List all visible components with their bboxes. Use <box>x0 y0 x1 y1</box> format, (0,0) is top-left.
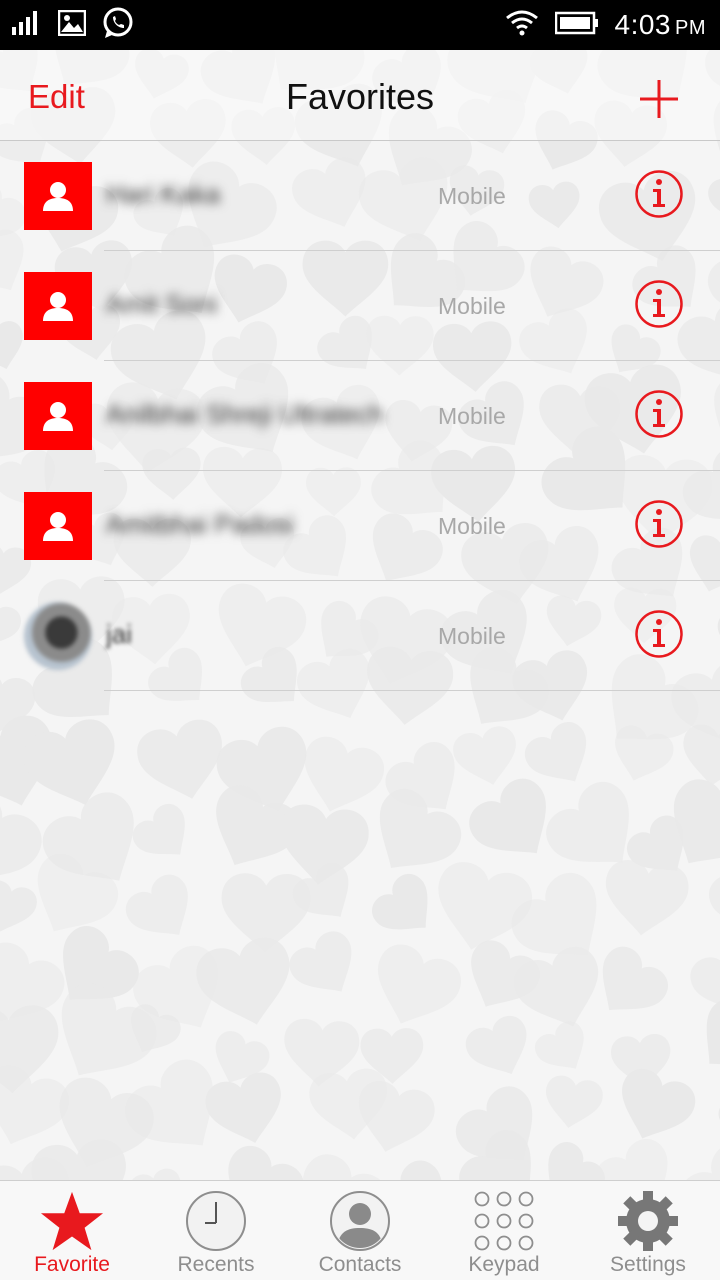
info-icon <box>635 280 683 328</box>
plus-icon <box>640 80 678 118</box>
contact-name: Hari Kaka <box>106 179 221 209</box>
whatsapp-icon <box>102 7 134 44</box>
add-favorite-button[interactable] <box>638 78 680 120</box>
wifi-icon <box>505 10 539 41</box>
favorite-row[interactable]: Hari Kaka Mobile <box>0 141 720 251</box>
header: Edit Favorites <box>0 50 720 141</box>
info-button[interactable] <box>634 389 684 439</box>
info-icon <box>635 170 683 218</box>
person-icon <box>43 402 73 431</box>
tab-keypad[interactable]: Keypad <box>432 1181 576 1280</box>
page-title: Favorites <box>285 76 435 117</box>
person-icon <box>43 292 73 321</box>
contact-name: Anilbhai Shreji Ultratech <box>106 399 384 429</box>
status-bar: 4:03 PM <box>0 0 720 50</box>
avatar <box>24 492 92 560</box>
tab-settings[interactable]: Settings <box>576 1181 720 1280</box>
favorites-list: Hari Kaka Mobile Amit Soni Mobile Anilbh… <box>0 141 720 691</box>
contact-name: jai <box>106 619 133 649</box>
tab-label: Favorite <box>34 1253 110 1276</box>
favorite-row[interactable]: Anilbhai Shreji Ultratech Mobile <box>0 361 720 471</box>
gear-icon <box>616 1189 680 1253</box>
contact-photo <box>24 602 92 670</box>
tab-label: Keypad <box>468 1253 540 1276</box>
tab-recents[interactable]: Recents <box>144 1181 288 1280</box>
keypad-icon <box>472 1189 536 1253</box>
avatar <box>24 272 92 340</box>
contact-type: Mobile <box>438 623 506 649</box>
contact-type: Mobile <box>438 403 506 429</box>
contact-name: Amitbhai Padosi <box>106 509 294 539</box>
person-icon <box>43 182 73 211</box>
info-button[interactable] <box>634 279 684 329</box>
avatar <box>24 382 92 450</box>
person-icon <box>43 512 73 541</box>
info-button[interactable] <box>634 499 684 549</box>
clock-icon <box>184 1189 248 1253</box>
tab-bar: Favorite Recents Contacts Keypad Setting… <box>0 1180 720 1280</box>
contact-type: Mobile <box>438 293 506 319</box>
contact-type: Mobile <box>438 183 506 209</box>
tab-label: Recents <box>177 1253 255 1276</box>
contact-type: Mobile <box>438 513 506 539</box>
info-icon <box>635 390 683 438</box>
favorite-row[interactable]: jai Mobile <box>0 581 720 691</box>
star-icon <box>40 1189 104 1253</box>
tab-label: Settings <box>610 1253 686 1276</box>
avatar <box>24 162 92 230</box>
tab-label: Contacts <box>318 1253 402 1276</box>
image-notification-icon <box>57 9 87 41</box>
favorite-row[interactable]: Amitbhai Padosi Mobile <box>0 471 720 581</box>
contact-name: Amit Soni <box>106 289 218 319</box>
info-icon <box>635 500 683 548</box>
tab-contacts[interactable]: Contacts <box>288 1181 432 1280</box>
info-button[interactable] <box>634 609 684 659</box>
contact-icon <box>328 1189 392 1253</box>
tab-favorite[interactable]: Favorite <box>0 1181 144 1280</box>
status-time: 4:03 PM <box>614 9 706 40</box>
battery-icon <box>554 11 599 40</box>
info-button[interactable] <box>634 169 684 219</box>
favorite-row[interactable]: Amit Soni Mobile <box>0 251 720 361</box>
status-ampm: PM <box>675 17 706 39</box>
info-icon <box>635 610 683 658</box>
row-divider <box>104 690 720 691</box>
signal-icon <box>12 10 42 40</box>
